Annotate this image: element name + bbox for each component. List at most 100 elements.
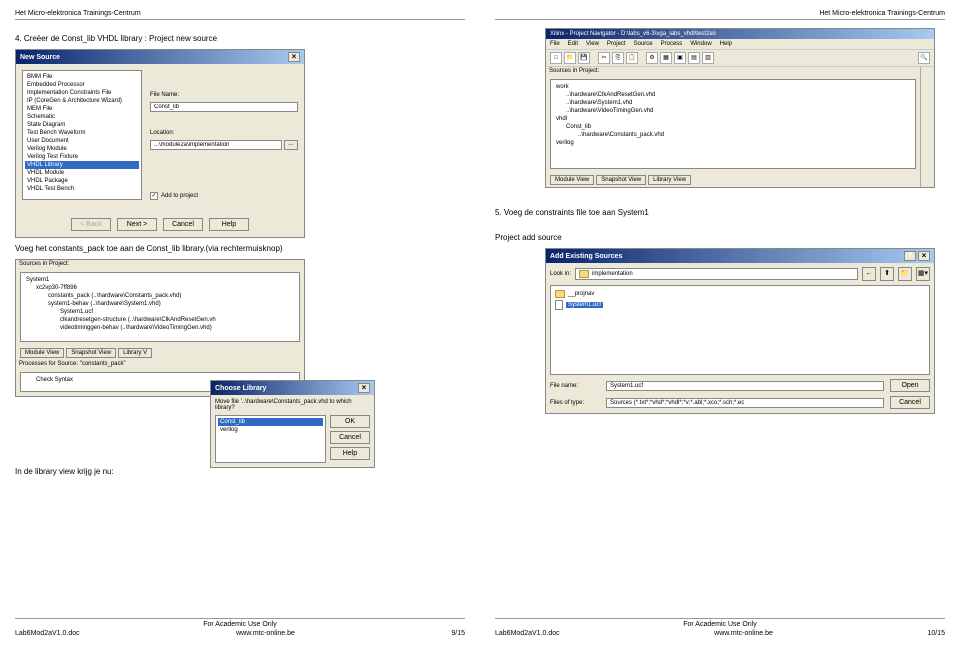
tool-icon[interactable]: ▥: [702, 52, 714, 64]
source-type-item[interactable]: MEM File: [25, 105, 139, 113]
choose-library-titlebar[interactable]: Choose Library ×: [211, 381, 374, 395]
file-name-input[interactable]: [150, 102, 298, 112]
source-type-item[interactable]: Verilog Test Fixture: [25, 153, 139, 161]
location-input[interactable]: [150, 140, 282, 150]
xilinx-titlebar[interactable]: Xilinx - Project Navigator - D:\labs_v6-…: [546, 29, 934, 39]
source-type-item[interactable]: State Diagram: [25, 121, 139, 129]
ok-button[interactable]: OK: [330, 415, 370, 428]
tab-library-view[interactable]: Library V: [118, 348, 152, 358]
tree-item[interactable]: verilog: [554, 139, 912, 147]
back-icon[interactable]: ←: [862, 267, 876, 281]
tab-library-view[interactable]: Library View: [648, 175, 691, 185]
caption-create-lib: 4. Creëer de Const_lib VHDL library : Pr…: [15, 34, 465, 43]
tree-item[interactable]: ..\hardware\Constants_pack.vhd: [554, 131, 912, 139]
menu-item[interactable]: File: [550, 41, 560, 47]
library-option[interactable]: Const_lib: [218, 418, 323, 426]
tree-item[interactable]: vhdl: [554, 115, 912, 123]
menu-item[interactable]: Source: [634, 41, 653, 47]
xilinx-sources-tree[interactable]: work..\hardware\ClkAndResetGen.vhd..\har…: [550, 79, 916, 169]
footer-url: www.mtc-online.be: [714, 630, 773, 637]
menu-item[interactable]: Help: [720, 41, 732, 47]
sources-label: Sources in Project:: [16, 260, 304, 268]
next-button[interactable]: Next >: [117, 218, 157, 231]
tab-module-view[interactable]: Module View: [20, 348, 64, 358]
close-icon[interactable]: ×: [288, 52, 300, 62]
xilinx-navigator-window: Xilinx - Project Navigator - D:\labs_v6-…: [545, 28, 935, 188]
choose-library-list[interactable]: Const_libverilog: [215, 415, 326, 463]
copy-icon[interactable]: ⎘: [612, 52, 624, 64]
help-button[interactable]: Help: [209, 218, 249, 231]
file-list[interactable]: __projnavSystem1.ucf: [550, 285, 930, 375]
save-icon[interactable]: 💾: [578, 52, 590, 64]
tab-snapshot-view[interactable]: Snapshot View: [596, 175, 646, 185]
choose-library-dialog: Choose Library × Move file '..\hardware\…: [210, 380, 375, 468]
new-folder-icon[interactable]: 📁: [898, 267, 912, 281]
tree-item[interactable]: system1-behav (..\hardware\System1.vhd): [24, 300, 296, 308]
source-type-item[interactable]: VHDL Test Bench: [25, 185, 139, 193]
menu-item[interactable]: Process: [661, 41, 683, 47]
menu-item[interactable]: Edit: [568, 41, 578, 47]
cancel-button[interactable]: Cancel: [163, 218, 203, 231]
library-panel: Sources in Project: System1xc2vp30-7ff89…: [15, 259, 305, 397]
menu-item[interactable]: Project: [607, 41, 626, 47]
tree-item[interactable]: xc2vp30-7ff896: [24, 284, 296, 292]
tree-item[interactable]: ..\hardware\ClkAndResetGen.vhd: [554, 91, 912, 99]
up-folder-icon[interactable]: ⬆: [880, 267, 894, 281]
open-icon[interactable]: 📁: [564, 52, 576, 64]
tree-item[interactable]: Const_lib: [554, 123, 912, 131]
cancel-button[interactable]: Cancel: [330, 431, 370, 444]
tool-icon[interactable]: ▦: [660, 52, 672, 64]
source-type-item[interactable]: Schematic: [25, 113, 139, 121]
source-type-item[interactable]: IP (CoreGen & Architecture Wizard): [25, 97, 139, 105]
file-item[interactable]: __projnav: [554, 289, 926, 299]
source-type-item[interactable]: Implementation Constraints File: [25, 89, 139, 97]
tree-item[interactable]: System1.ucf: [24, 308, 296, 316]
tree-item[interactable]: ..\hardware\System1.vhd: [554, 99, 912, 107]
tool-icon[interactable]: ⚙: [646, 52, 658, 64]
tool-icon[interactable]: ▣: [674, 52, 686, 64]
source-type-item[interactable]: Test Bench Waveform: [25, 129, 139, 137]
source-type-item[interactable]: VHDL Module: [25, 169, 139, 177]
source-type-item[interactable]: VHDL Package: [25, 177, 139, 185]
source-type-item[interactable]: User Document: [25, 137, 139, 145]
file-item[interactable]: System1.ucf: [554, 299, 926, 311]
paste-icon[interactable]: 📋: [626, 52, 638, 64]
footer-page: 9/15: [451, 630, 465, 637]
lookin-combo[interactable]: implementation: [575, 268, 858, 280]
close-icon[interactable]: ×: [918, 251, 930, 261]
tab-snapshot-view[interactable]: Snapshot View: [66, 348, 116, 358]
find-icon[interactable]: 🔍: [918, 52, 930, 64]
tree-item[interactable]: clkandresetgen-structure (..\hardware\Cl…: [24, 316, 296, 324]
open-button[interactable]: Open: [890, 379, 930, 392]
source-type-item[interactable]: BMM File: [25, 73, 139, 81]
cancel-button[interactable]: Cancel: [890, 396, 930, 409]
close-icon[interactable]: ×: [358, 383, 370, 393]
processes-label: Processes for Source: "constants_pack": [16, 360, 304, 368]
source-type-item[interactable]: Verilog Module: [25, 145, 139, 153]
views-icon[interactable]: ▦▾: [916, 267, 930, 281]
source-type-list[interactable]: BMM FileEmbedded ProcessorImplementation…: [22, 70, 142, 200]
tree-item[interactable]: System1: [24, 276, 296, 284]
tree-item[interactable]: videotiminggen-behav (..\hardware\VideoT…: [24, 324, 296, 332]
filename-input[interactable]: System1.ucf: [606, 381, 884, 391]
add-to-project-checkbox[interactable]: ✓: [150, 192, 158, 200]
tree-item[interactable]: work: [554, 83, 912, 91]
source-type-item[interactable]: VHDL Library: [25, 161, 139, 169]
new-source-titlebar[interactable]: New Source ×: [16, 50, 304, 64]
add-sources-titlebar[interactable]: Add Existing Sources ? ×: [546, 249, 934, 263]
menu-item[interactable]: View: [586, 41, 599, 47]
filetype-combo[interactable]: Sources (*.txt*;*vhd*;*vhdl*;*v;*.abl;*.…: [606, 398, 884, 408]
menu-item[interactable]: Window: [690, 41, 711, 47]
tab-module-view[interactable]: Module View: [550, 175, 594, 185]
tree-item[interactable]: ..\hardware\VideoTimingGen.vhd: [554, 107, 912, 115]
help-icon[interactable]: ?: [904, 251, 916, 261]
tool-icon[interactable]: ▤: [688, 52, 700, 64]
tree-item[interactable]: constants_pack (..\hardware\Constants_pa…: [24, 292, 296, 300]
help-button[interactable]: Help: [330, 447, 370, 460]
new-icon[interactable]: □: [550, 52, 562, 64]
cut-icon[interactable]: ✂: [598, 52, 610, 64]
browse-button[interactable]: ...: [284, 140, 298, 150]
source-type-item[interactable]: Embedded Processor: [25, 81, 139, 89]
sources-tree[interactable]: System1xc2vp30-7ff896constants_pack (..\…: [20, 272, 300, 342]
library-option[interactable]: verilog: [218, 426, 323, 434]
